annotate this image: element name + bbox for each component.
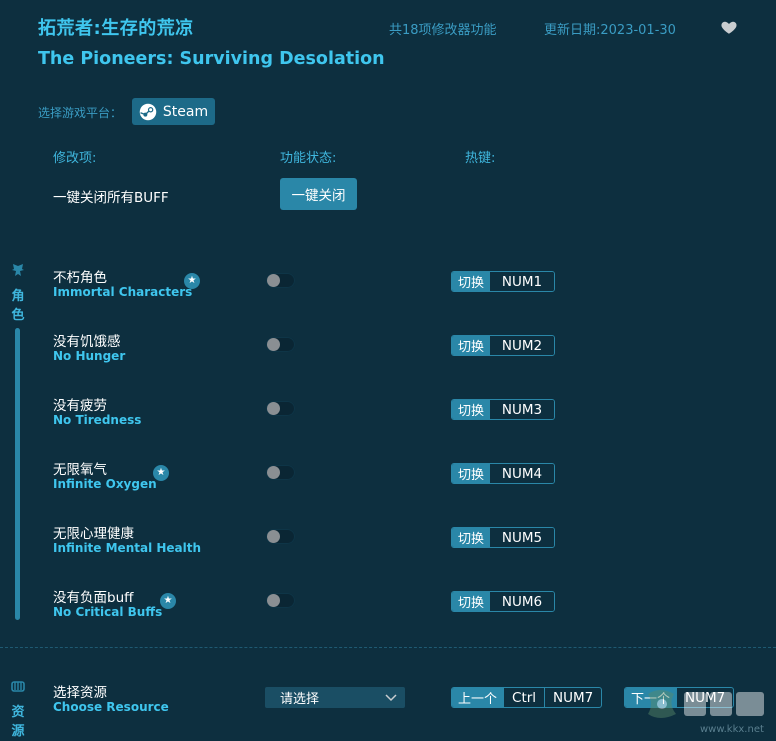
platform-label: 选择游戏平台： <box>38 106 123 120</box>
option-label-cn: 没有疲劳 <box>53 398 107 414</box>
steam-icon <box>139 103 157 120</box>
section-divider <box>0 647 776 648</box>
resource-icon <box>11 681 25 692</box>
option-label-en: Infinite Oxygen <box>53 477 157 491</box>
hotkey-num7: NUM7 <box>544 688 601 707</box>
option-label-en: No Hunger <box>53 349 126 363</box>
hotkey-switch-label: 切换 <box>452 464 491 483</box>
option-toggle[interactable] <box>266 529 295 544</box>
category-scrollbar[interactable] <box>15 328 20 620</box>
watermark-text: www.kkx.net <box>700 724 764 735</box>
toggle-knob <box>267 274 280 287</box>
category-char: 源 <box>11 724 25 739</box>
column-header-status: 功能状态: <box>280 151 337 166</box>
chevron-down-icon <box>385 693 397 701</box>
feature-count: 共18项修改器功能 <box>389 23 497 38</box>
hotkey-key: NUM6 <box>490 592 555 611</box>
option-hotkey[interactable]: 切换 NUM3 <box>451 399 556 420</box>
category-resource-label: 资 源 <box>11 703 25 741</box>
toggle-knob <box>267 466 280 479</box>
hotkey-key: NUM1 <box>490 272 555 291</box>
option-label-cn: 没有饥饿感 <box>53 334 121 350</box>
prev-resource-hotkey[interactable]: 上一个 Ctrl NUM7 <box>451 687 603 708</box>
hotkey-ctrl: Ctrl <box>503 688 544 707</box>
resource-select[interactable]: 请选择 <box>265 687 405 708</box>
all-off-label: 一键关闭所有BUFF <box>53 190 169 206</box>
hotkey-switch-label: 切换 <box>452 592 491 611</box>
option-label-cn: 无限氧气 <box>53 462 107 478</box>
resource-label-cn: 选择资源 <box>53 685 107 701</box>
option-label-en: Immortal Characters <box>53 285 193 299</box>
option-hotkey[interactable]: 切换 NUM1 <box>451 271 556 292</box>
heart-icon[interactable] <box>720 18 738 36</box>
all-off-button[interactable]: 一键关闭 <box>280 178 357 210</box>
option-label-cn: 无限心理健康 <box>53 526 134 542</box>
option-toggle[interactable] <box>266 337 295 352</box>
hotkey-key: NUM5 <box>490 528 555 547</box>
category-char: 色 <box>11 308 25 323</box>
toggle-knob <box>267 338 280 351</box>
option-label-cn: 不朽角色 <box>53 270 107 286</box>
option-hotkey[interactable]: 切换 NUM6 <box>451 591 556 612</box>
hotkey-switch-label: 切换 <box>452 528 491 547</box>
option-toggle[interactable] <box>266 401 295 416</box>
steam-platform-button[interactable]: Steam <box>132 98 215 125</box>
option-hotkey[interactable]: 切换 NUM4 <box>451 463 556 484</box>
update-date: 更新日期:2023-01-30 <box>544 23 676 38</box>
star-icon: ★ <box>184 273 200 289</box>
category-char: 角 <box>11 289 25 304</box>
option-toggle[interactable] <box>266 593 295 608</box>
option-hotkey[interactable]: 切换 NUM2 <box>451 335 556 356</box>
option-toggle[interactable] <box>266 465 295 480</box>
game-title-cn: 拓荒者:生存的荒凉 <box>38 18 194 39</box>
column-header-hotkey: 热键: <box>465 151 496 166</box>
prev-label: 上一个 <box>452 688 504 707</box>
option-label-en: Infinite Mental Health <box>53 541 202 555</box>
toggle-knob <box>267 402 280 415</box>
option-hotkey[interactable]: 切换 NUM5 <box>451 527 556 548</box>
hotkey-key: NUM3 <box>490 400 555 419</box>
column-header-option: 修改项: <box>53 151 97 166</box>
category-character-label: 角 色 <box>11 287 25 325</box>
hotkey-key: NUM2 <box>490 336 555 355</box>
hotkey-switch-label: 切换 <box>452 272 491 291</box>
toggle-knob <box>267 594 280 607</box>
hotkey-key: NUM4 <box>490 464 555 483</box>
category-char: 资 <box>11 705 25 720</box>
toggle-knob <box>267 530 280 543</box>
resource-select-value: 请选择 <box>280 692 320 707</box>
steam-label: Steam <box>162 103 209 120</box>
hotkey-switch-label: 切换 <box>452 400 491 419</box>
game-title-en: The Pioneers: Surviving Desolation <box>38 49 385 69</box>
option-label-cn: 没有负面buff <box>53 590 134 606</box>
option-label-en: No Critical Buffs <box>53 605 163 619</box>
option-toggle[interactable] <box>266 273 295 288</box>
option-label-en: No Tiredness <box>53 413 142 427</box>
star-icon: ★ <box>153 465 169 481</box>
star-icon: ★ <box>160 593 176 609</box>
resource-label-en: Choose Resource <box>53 700 169 714</box>
hotkey-switch-label: 切换 <box>452 336 491 355</box>
character-icon <box>12 264 24 276</box>
